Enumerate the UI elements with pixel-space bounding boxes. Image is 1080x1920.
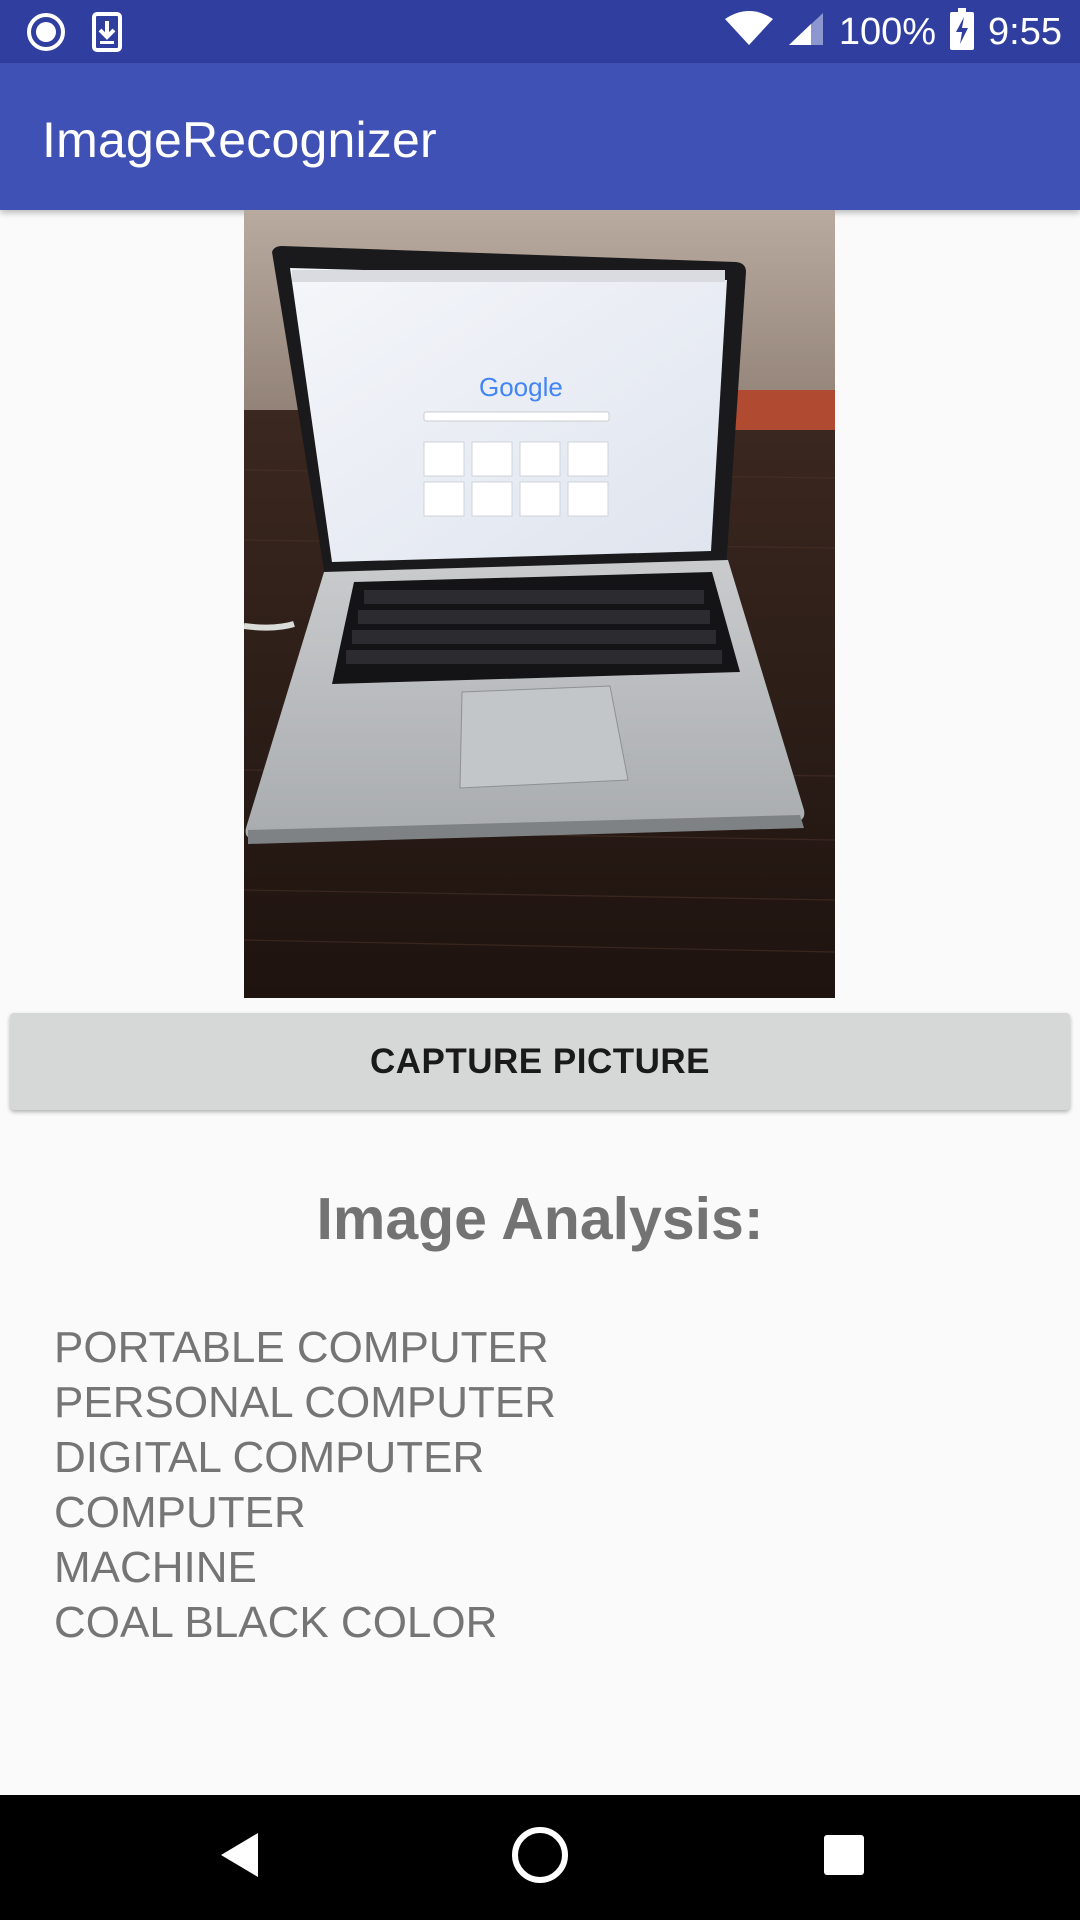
back-icon (218, 1830, 262, 1885)
record-icon (26, 12, 66, 57)
back-button[interactable] (190, 1795, 290, 1920)
home-button[interactable] (490, 1795, 590, 1920)
analysis-title: Image Analysis: (316, 1186, 764, 1252)
result-item: COAL BLACK COLOR (54, 1598, 498, 1647)
navigation-bar (0, 1795, 1080, 1920)
result-item: DIGITAL COMPUTER (54, 1433, 485, 1482)
result-item: COMPUTER (54, 1488, 306, 1537)
capture-picture-button[interactable]: CAPTURE PICTURE (10, 1013, 1070, 1110)
battery-charging-icon (950, 8, 975, 55)
analysis-results: PORTABLE COMPUTER PERSONAL COMPUTER DIGI… (54, 1320, 556, 1650)
clock: 9:55 (988, 10, 1062, 53)
result-item: MACHINE (54, 1543, 257, 1592)
captured-photo: Google (244, 210, 835, 998)
home-icon (510, 1825, 570, 1890)
result-item: PERSONAL COMPUTER (54, 1378, 557, 1427)
result-item: PORTABLE COMPUTER (54, 1323, 549, 1372)
app-title: ImageRecognizer (42, 112, 437, 168)
status-left (26, 12, 122, 57)
wifi-icon (724, 11, 773, 52)
recents-button[interactable] (794, 1795, 894, 1920)
status-right: 100% 9:55 (724, 8, 1062, 55)
recents-icon (823, 1834, 865, 1881)
app-bar: ImageRecognizer (0, 63, 1080, 210)
google-logo-text: Google (479, 372, 563, 402)
battery-percent: 100% (838, 10, 937, 53)
status-bar: 100% 9:55 (0, 0, 1080, 63)
signal-icon (787, 11, 825, 52)
download-icon (92, 12, 122, 57)
